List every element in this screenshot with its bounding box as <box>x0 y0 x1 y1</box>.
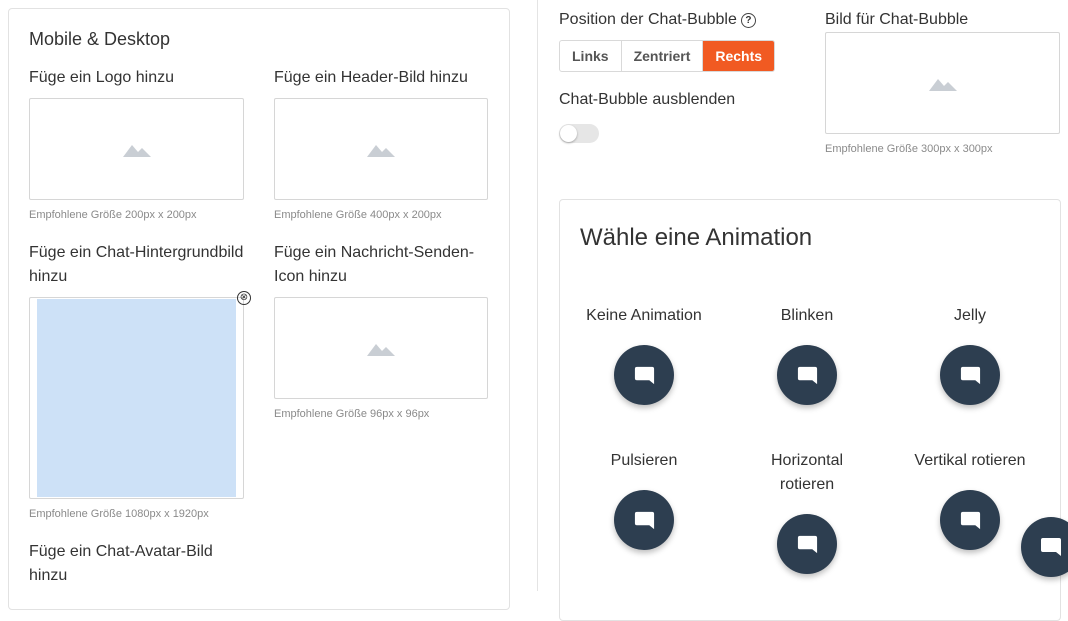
animation-option-jelly[interactable]: Jelly <box>895 304 1045 405</box>
image-placeholder-icon <box>367 344 395 356</box>
image-placeholder-icon <box>928 79 957 91</box>
toggle-knob <box>560 125 577 142</box>
help-icon[interactable]: ? <box>740 13 756 28</box>
animation-label: Pulsieren <box>610 452 678 469</box>
image-placeholder-icon <box>367 145 395 157</box>
animation-label: Vertikal rotieren <box>914 452 1026 469</box>
chat-bg-upload[interactable] <box>29 297 244 499</box>
chat-bg-hint: Empfohlene Größe 1080px x 1920px <box>29 508 209 520</box>
animation-label: Jelly <box>953 307 986 324</box>
section-title: Mobile & Desktop <box>29 29 171 49</box>
chat-bubble-icon <box>614 345 674 405</box>
logo-upload[interactable] <box>29 98 244 200</box>
image-placeholder-icon <box>122 145 151 157</box>
position-right-option[interactable]: Rechts <box>703 41 775 71</box>
animation-option-blink[interactable]: Blinken <box>732 304 882 405</box>
animation-label: Keine Animation <box>586 307 702 324</box>
animation-card: Wähle eine Animation Keine Animation Bli… <box>559 199 1061 621</box>
chat-bubble-icon <box>777 345 837 405</box>
animation-option-horizontal[interactable]: Horizontal rotieren <box>732 449 882 574</box>
chat-bubble-icon <box>1041 538 1061 556</box>
bubble-image-label: Bild für Chat-Bubble <box>825 11 969 28</box>
chat-bg-label: Füge ein Chat-Hintergrundbild hinzu <box>29 244 244 285</box>
column-divider <box>537 0 538 591</box>
bubble-image-hint: Empfohlene Größe 300px x 300px <box>825 143 993 155</box>
position-center-option[interactable]: Zentriert <box>622 41 704 71</box>
animation-title: Wähle eine Animation <box>580 224 813 251</box>
mobile-desktop-card: Mobile & Desktop Füge ein Logo hinzu Emp… <box>8 8 510 610</box>
send-icon-upload[interactable] <box>274 297 488 399</box>
animation-option-none[interactable]: Keine Animation <box>569 304 719 405</box>
logo-hint: Empfohlene Größe 200px x 200px <box>29 209 197 221</box>
chat-bubble-icon <box>940 490 1000 550</box>
bubble-image-upload[interactable] <box>825 32 1060 134</box>
chat-bubble-icon <box>777 514 837 574</box>
chat-bg-preview <box>37 299 236 497</box>
animation-label: Horizontal rotieren <box>770 452 844 493</box>
remove-icon[interactable]: ⊗ <box>237 291 251 305</box>
animation-option-pulse[interactable]: Pulsieren <box>569 449 719 550</box>
hide-bubble-label: Chat-Bubble ausblenden <box>559 91 736 108</box>
header-hint: Empfohlene Größe 400px x 200px <box>274 209 442 221</box>
send-icon-label: Füge ein Nachricht-Senden- Icon hinzu <box>274 244 475 285</box>
send-icon-hint: Empfohlene Größe 96px x 96px <box>274 408 430 420</box>
avatar-label: Füge ein Chat-Avatar-Bild hinzu <box>29 543 213 584</box>
header-upload[interactable] <box>274 98 488 200</box>
logo-label: Füge ein Logo hinzu <box>29 69 174 86</box>
animation-label: Blinken <box>780 307 834 324</box>
position-left-option[interactable]: Links <box>560 41 622 71</box>
hide-bubble-toggle[interactable] <box>559 124 599 143</box>
position-segmented-control: Links Zentriert Rechts <box>559 40 776 72</box>
position-label: Position der Chat-Bubble? <box>559 8 756 32</box>
header-label: Füge ein Header-Bild hinzu <box>274 69 468 86</box>
chat-bubble-icon <box>940 345 1000 405</box>
chat-bubble-icon <box>614 490 674 550</box>
